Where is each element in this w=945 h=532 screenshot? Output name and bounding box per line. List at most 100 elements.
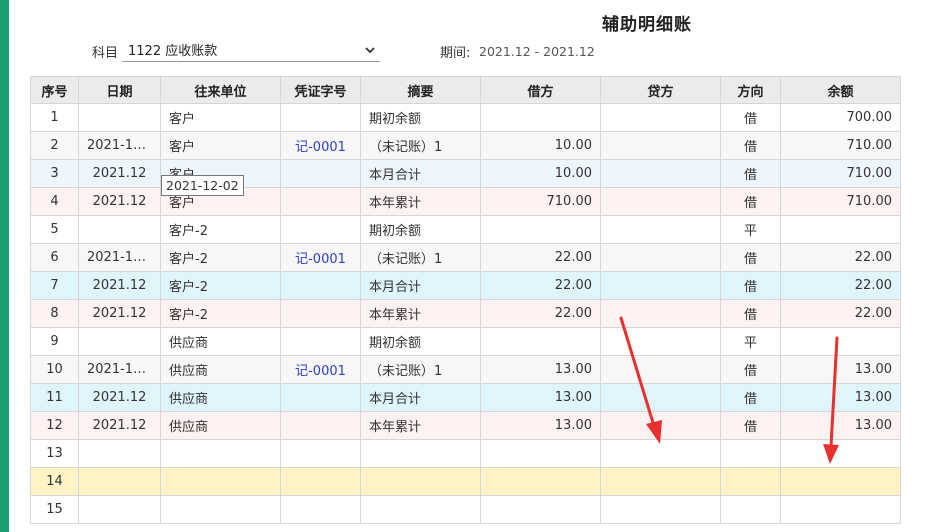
- subject-select-value: 1122 应收账款: [128, 44, 218, 59]
- table-row[interactable]: 1 客户 期初余额 借 700.00: [30, 103, 901, 132]
- cell-debit: [480, 467, 601, 496]
- table-row[interactable]: 2 2021-12-02 客户 记-0001 （未记账）1 10.00 借 710.00: [30, 131, 901, 160]
- cell-direction: 借: [720, 299, 781, 328]
- cell-party: [160, 495, 281, 524]
- cell-balance: [780, 495, 901, 524]
- cell-seq: 13: [30, 439, 79, 468]
- col-header-date[interactable]: 日期: [78, 76, 161, 104]
- cell-debit: 10.00: [480, 159, 601, 188]
- cell-date: 2021.12: [78, 271, 161, 300]
- cell-debit: [480, 103, 601, 132]
- cell-date: 2021.12: [78, 299, 161, 328]
- cell-seq: 5: [30, 215, 79, 244]
- table-row[interactable]: 13: [30, 439, 901, 468]
- cell-direction: [720, 439, 781, 468]
- cell-summary: [360, 439, 481, 468]
- cell-credit: [600, 299, 721, 328]
- col-header-party[interactable]: 往来单位: [160, 76, 281, 104]
- col-header-credit[interactable]: 贷方: [600, 76, 721, 104]
- cell-summary: 本月合计: [360, 159, 481, 188]
- cell-debit: 22.00: [480, 299, 601, 328]
- cell-direction: 借: [720, 187, 781, 216]
- period-label: 期间:: [440, 45, 471, 61]
- cell-credit: [600, 495, 721, 524]
- cell-date: 2021-12-02: [78, 355, 161, 384]
- cell-balance: [780, 327, 901, 356]
- cell-credit: [600, 355, 721, 384]
- cell-date: [78, 103, 161, 132]
- col-header-balance[interactable]: 余额: [780, 76, 901, 104]
- cell-date: 2021-12-02: [78, 131, 161, 160]
- table-row[interactable]: 6 2021-12-02 客户-2 记-0001 （未记账）1 22.00 借 22.00: [30, 243, 901, 272]
- cell-credit: [600, 383, 721, 412]
- table-row[interactable]: 9 供应商 期初余额 平: [30, 327, 901, 356]
- cell-voucher: [280, 439, 361, 468]
- cell-date: [78, 439, 161, 468]
- col-header-summary[interactable]: 摘要: [360, 76, 481, 104]
- cell-seq: 4: [30, 187, 79, 216]
- ledger-table: 序号 日期 往来单位 凭证字号 摘要 借方 贷方 方向 余额 1 客户 期初余额借 7…: [30, 76, 901, 524]
- cell-summary: 期初余额: [360, 327, 481, 356]
- cell-date: 2021.12: [78, 159, 161, 188]
- cell-summary: 本年累计: [360, 299, 481, 328]
- subject-select[interactable]: 1122 应收账款: [122, 38, 380, 62]
- cell-voucher: [280, 495, 361, 524]
- cell-summary: [360, 467, 481, 496]
- cell-voucher: [280, 299, 361, 328]
- cell-voucher[interactable]: 记-0001: [280, 243, 361, 272]
- cell-summary: [360, 495, 481, 524]
- col-header-direction[interactable]: 方向: [720, 76, 781, 104]
- cell-credit: [600, 411, 721, 440]
- cell-debit: 22.00: [480, 243, 601, 272]
- table-row[interactable]: 11 2021.12 供应商 本月合计 13.00 借 13.00: [30, 383, 901, 412]
- cell-voucher[interactable]: 记-0001: [280, 131, 361, 160]
- cell-party: [160, 439, 281, 468]
- cell-party: 客户-2: [160, 215, 281, 244]
- cell-balance: [780, 467, 901, 496]
- cell-party: 客户: [160, 103, 281, 132]
- cell-party: 供应商: [160, 383, 281, 412]
- cell-seq: 7: [30, 271, 79, 300]
- cell-summary: 期初余额: [360, 103, 481, 132]
- cell-credit: [600, 243, 721, 272]
- cell-balance: 710.00: [780, 131, 901, 160]
- cell-voucher: [280, 159, 361, 188]
- period-value: 2021.12 - 2021.12: [479, 43, 595, 59]
- cell-summary: （未记账）1: [360, 243, 481, 272]
- cell-voucher[interactable]: 记-0001: [280, 355, 361, 384]
- cell-debit: [480, 439, 601, 468]
- table-row[interactable]: 14: [30, 467, 901, 496]
- col-header-debit[interactable]: 借方: [480, 76, 601, 104]
- cell-party: 供应商: [160, 411, 281, 440]
- cell-balance: 710.00: [780, 187, 901, 216]
- table-row[interactable]: 15: [30, 495, 901, 524]
- cell-party: 客户-2: [160, 299, 281, 328]
- cell-direction: 借: [720, 411, 781, 440]
- page-title: 辅助明细账: [602, 15, 692, 35]
- cell-balance: 700.00: [780, 103, 901, 132]
- cell-direction: 借: [720, 131, 781, 160]
- cell-direction: 借: [720, 103, 781, 132]
- table-row[interactable]: 12 2021.12 供应商 本年累计 13.00 借 13.00: [30, 411, 901, 440]
- table-row[interactable]: 8 2021.12 客户-2 本年累计 22.00 借 22.00: [30, 299, 901, 328]
- cell-voucher: [280, 383, 361, 412]
- cell-credit: [600, 159, 721, 188]
- cell-seq: 3: [30, 159, 79, 188]
- cell-voucher: [280, 215, 361, 244]
- cell-voucher: [280, 103, 361, 132]
- col-header-voucher[interactable]: 凭证字号: [280, 76, 361, 104]
- chevron-down-icon: [365, 47, 375, 54]
- table-row[interactable]: 10 2021-12-02 供应商 记-0001 （未记账）1 13.00 借 13.00: [30, 355, 901, 384]
- cell-direction: 借: [720, 271, 781, 300]
- cell-debit: [480, 495, 601, 524]
- cell-voucher: [280, 411, 361, 440]
- cell-debit: 13.00: [480, 411, 601, 440]
- table-row[interactable]: 7 2021.12 客户-2 本月合计 22.00 借 22.00: [30, 271, 901, 300]
- col-header-seq[interactable]: 序号: [30, 76, 79, 104]
- cell-seq: 12: [30, 411, 79, 440]
- table-row[interactable]: 5 客户-2 期初余额 平: [30, 215, 901, 244]
- cell-party: 客户-2: [160, 243, 281, 272]
- cell-balance: 22.00: [780, 299, 901, 328]
- cell-credit: [600, 215, 721, 244]
- left-accent-bar: [0, 0, 9, 532]
